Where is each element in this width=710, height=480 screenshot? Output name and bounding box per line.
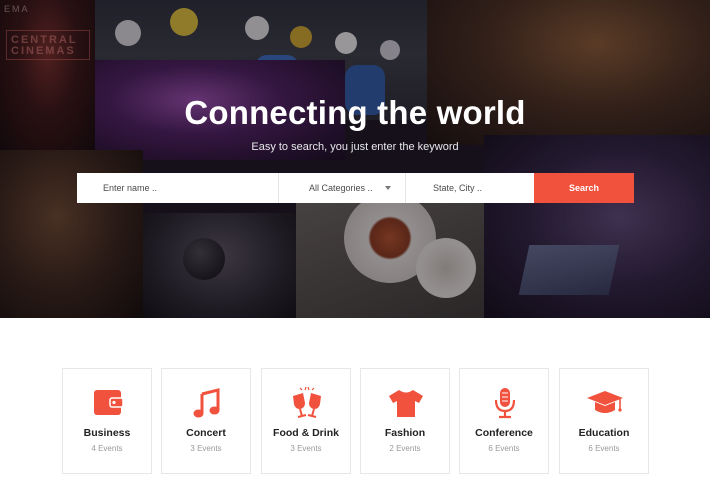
category-card-food-drink[interactable]: Food & Drink 3 Events [261, 368, 351, 474]
location-search-input[interactable]: State, City .. [406, 173, 534, 203]
hero-title: Connecting the world [184, 94, 526, 131]
category-name: Food & Drink [273, 427, 339, 439]
category-list: Business 4 Events Concert 3 Events Food … [62, 368, 650, 474]
t-shirt-icon [389, 390, 423, 417]
category-name: Fashion [384, 427, 426, 439]
graduation-cap-icon [587, 391, 623, 413]
category-event-count: 6 Events [488, 444, 520, 453]
category-card-business[interactable]: Business 4 Events [62, 368, 152, 474]
category-select[interactable]: All Categories .. [279, 173, 406, 203]
category-event-count: 6 Events [588, 444, 620, 453]
category-name: Business [83, 427, 131, 439]
music-note-icon [193, 388, 220, 418]
category-event-count: 3 Events [190, 444, 222, 453]
category-name: Conference [475, 427, 533, 439]
category-card-concert[interactable]: Concert 3 Events [161, 368, 251, 474]
chevron-down-icon [385, 186, 391, 190]
wallet-icon [94, 390, 124, 415]
category-event-count: 3 Events [290, 444, 322, 453]
cheers-glasses-icon [293, 387, 321, 418]
hero-subtitle: Easy to search, you just enter the keywo… [251, 141, 459, 153]
search-bar: Enter name .. All Categories .. State, C… [77, 173, 634, 203]
hero-banner: EMA CENTRAL CINEMAS Connecting the world… [0, 0, 710, 318]
microphone-icon [494, 388, 516, 419]
category-name: Concert [186, 427, 226, 439]
category-card-conference[interactable]: Conference 6 Events [459, 368, 549, 474]
category-card-education[interactable]: Education 6 Events [559, 368, 649, 474]
search-button[interactable]: Search [534, 173, 634, 203]
category-name: Education [578, 427, 630, 439]
name-search-input[interactable]: Enter name .. [77, 173, 279, 203]
category-card-fashion[interactable]: Fashion 2 Events [360, 368, 450, 474]
category-event-count: 2 Events [389, 444, 421, 453]
hero-overlay [0, 0, 710, 318]
category-event-count: 4 Events [91, 444, 123, 453]
category-select-value: All Categories .. [309, 183, 373, 193]
